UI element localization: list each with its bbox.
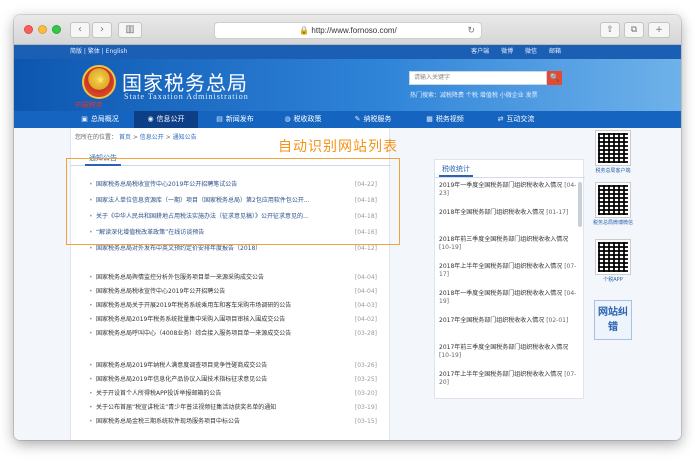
client-link[interactable]: 客户端 <box>471 48 489 55</box>
nav-item-interaction[interactable]: ⇄ 互动交流 <box>484 111 548 128</box>
address-bar[interactable]: 🔒 http://www.fornoso.com/ ↻ <box>214 22 482 39</box>
stat-item[interactable]: 2017年前三季度全国税务部门组织税收收入情况 [10-19] <box>439 344 581 360</box>
maximize-window-button[interactable] <box>52 25 61 34</box>
hot-words[interactable]: 热门搜索：减税降费 个税 增值税 小微企业 发票 <box>410 90 538 99</box>
nav-item-overview[interactable]: ▣ 总局概况 <box>70 111 130 128</box>
breadcrumb-notice[interactable]: 通知公告 <box>173 134 197 141</box>
service-icon: ✎ <box>354 115 361 123</box>
share-icon[interactable]: ⇪ <box>600 22 620 38</box>
main-nav: ▣ 总局概况 ◉ 信息公开 ▤ 新闻发布 ◍ 税收政策 ✎ 纳税服务 ▦ 税务视频 ⇄ 互动交… <box>14 111 681 128</box>
chat-icon: ◉ <box>147 115 154 123</box>
search-button[interactable]: 🔍 <box>547 71 562 85</box>
breadcrumb-home[interactable]: 首页 <box>119 134 131 141</box>
annotation-label: 自动识别网站列表 <box>278 139 398 155</box>
reload-icon[interactable]: ↻ <box>467 23 475 38</box>
nav-item-tax-service[interactable]: ✎ 纳税服务 <box>342 111 404 128</box>
weibo-link[interactable]: 微博 <box>501 48 513 55</box>
news-icon: ▤ <box>216 115 223 123</box>
list-item[interactable]: • 国家税务总局舆情监控分析外包服务项目单一来源采购成交公告 [04-04] <box>89 272 385 284</box>
forward-icon[interactable]: › <box>92 22 112 38</box>
tabs-icon[interactable]: ⧉ <box>624 22 644 38</box>
wechat-link[interactable]: 微信 <box>525 48 537 55</box>
list-item[interactable]: • 关于开设首个人所得税APP投诉举报邮箱的公告 [03-20] <box>89 388 385 400</box>
screenshot-stage: ‹ › ▥ 🔒 http://www.fornoso.com/ ↻ ⇪ ⧉ + … <box>0 0 695 463</box>
list-item[interactable]: • 国家法人单位信息资源库（一期）项目（国家税务总局）第2包应用软件包公开...[… <box>89 195 385 207</box>
list-item[interactable]: • 国家税务总局关于开展2019年税务系统乘用车和客车采购市场调研的公告 [04-0… <box>89 300 385 312</box>
content-area: 您所在的位置： 首页 > 信息公开 > 通知公告 通知公告 • 国家税务总局税收宣… <box>14 128 681 440</box>
qr-code-icon <box>595 130 631 166</box>
stat-item[interactable]: 2018年上半年全国税务部门组织税收收入情况 [07-17] <box>439 263 581 279</box>
video-icon: ▦ <box>426 115 433 123</box>
list-item[interactable]: • 国家税务总局2019年信息化产品协议入围技术指标征求意见公告 [03-25] <box>89 374 385 386</box>
stat-item[interactable]: 2018年一季度全国税务部门组织税收收入情况 [04-19] <box>439 290 581 306</box>
qr-label-weibo: 税务总局微博微信 <box>592 220 633 226</box>
nav-item-news[interactable]: ▤ 新闻发布 <box>204 111 266 128</box>
list-item[interactable]: • 国家税务总局税收宣传中心2019年公开招聘笔试公告 [04-22] <box>89 179 385 191</box>
lock-icon: 🔒 <box>299 26 312 35</box>
list-item[interactable]: • 国家税务总局2019年税务系统批量集中采购入围项目审核入围成交公告 [04-02… <box>89 314 385 326</box>
tax-stats-panel: 税收统计 2019年一季度全国税务部门组织税收收入情况 [04-23] 2018… <box>434 159 585 399</box>
nav-item-tax-video[interactable]: ▦ 税务视频 <box>414 111 476 128</box>
nav-item-tax-policy[interactable]: ◍ 税收政策 <box>272 111 334 128</box>
signature-logo: 中国税务 <box>74 101 102 109</box>
mail-link[interactable]: 邮箱 <box>549 48 561 55</box>
divider <box>435 177 585 178</box>
list-item[interactable]: • 关于公布首届“税宣讲税法”青少年普法视频征集活动获奖名单的通知 [03-19] <box>89 402 385 414</box>
list-item[interactable]: • “解读深化增值税改革政策”在线访谈预告 [04-16] <box>89 227 385 239</box>
national-emblem-icon: ★ <box>82 65 116 99</box>
language-links[interactable]: 简版 | 繁体 | English <box>70 45 127 59</box>
qr-code-icon <box>595 182 631 218</box>
qr-code-icon <box>595 239 631 275</box>
url-text: http://www.fornoso.com/ <box>311 26 397 35</box>
list-item[interactable]: • 国家税务总局2019年纳税人满意度调查项目竞争性磋商成交公告 [03-26] <box>89 360 385 372</box>
site-top-strip: 简版 | 繁体 | English 客户端 微博 微信 邮箱 <box>14 45 681 59</box>
building-icon: ▣ <box>81 115 88 123</box>
section-title: 通知公告 <box>85 152 121 166</box>
stat-item[interactable]: 2017年全国税务部门组织税收收入情况 [02-01] <box>439 317 581 325</box>
new-tab-icon[interactable]: + <box>648 22 670 38</box>
list-item[interactable]: • 国家税务总局对外发布中英文预约定价安排年度报告（2018） [04-12] <box>89 243 385 255</box>
stat-item[interactable]: 2018年前三季度全国税务部门组织税收收入情况 [10-19] <box>439 236 581 252</box>
breadcrumb-info[interactable]: 信息公开 <box>140 134 164 141</box>
qr-label-client: 税务总局客户端 <box>595 168 631 174</box>
back-icon[interactable]: ‹ <box>70 22 90 38</box>
stat-item[interactable]: 2017年上半年全国税务部门组织税收收入情况 [07-20] <box>439 371 581 387</box>
site-header: ★ 中国税务 国家税务总局 State Taxation Administrat… <box>14 59 681 111</box>
search-input[interactable]: 请输入关键字 <box>409 71 547 85</box>
list-item[interactable]: • 国家税务总局呼叫中心（4008业务）综合接入服务项目单一来源成交公告 [03-2… <box>89 328 385 340</box>
stat-item[interactable]: 2018年全国税务部门组织税收收入情况 [01-17] <box>439 209 581 217</box>
sidebar-toggle-icon[interactable]: ▥ <box>118 22 142 38</box>
nav-item-info-disclosure[interactable]: ◉ 信息公开 <box>134 111 198 128</box>
site-subtitle: State Taxation Administration <box>124 92 249 101</box>
browser-toolbar: ‹ › ▥ 🔒 http://www.fornoso.com/ ↻ ⇪ ⧉ + <box>14 15 681 45</box>
close-window-button[interactable] <box>24 25 33 34</box>
policy-icon: ◍ <box>284 115 291 123</box>
site-feedback-button[interactable]: 网站纠错 <box>594 300 632 340</box>
exchange-icon: ⇄ <box>497 115 504 123</box>
browser-window: ‹ › ▥ 🔒 http://www.fornoso.com/ ↻ ⇪ ⧉ + … <box>14 15 681 440</box>
stats-title: 税收统计 <box>439 163 473 177</box>
list-item[interactable]: • 关于《中华人民共和国耕地占用税法实施办法（征求意见稿）》公开征求意见的...[… <box>89 211 385 223</box>
notice-panel: 您所在的位置： 首页 > 信息公开 > 通知公告 通知公告 • 国家税务总局税收宣… <box>70 128 391 440</box>
breadcrumb: 您所在的位置： 首页 > 信息公开 > 通知公告 <box>75 134 197 141</box>
scrollbar[interactable] <box>578 182 582 227</box>
minimize-window-button[interactable] <box>38 25 47 34</box>
top-right-links: 客户端 微博 微信 邮箱 <box>461 45 561 59</box>
qr-label-app: 个税APP <box>603 277 623 283</box>
stat-item[interactable]: 2019年一季度全国税务部门组织税收收入情况 [04-23] <box>439 182 581 198</box>
list-item[interactable]: • 国家税务总局金税三期系统软件现场服务项目中标公告 [03-15] <box>89 416 385 428</box>
list-item[interactable]: • 国家税务总局税收宣传中心2019年公开招聘公告 [04-04] <box>89 286 385 298</box>
